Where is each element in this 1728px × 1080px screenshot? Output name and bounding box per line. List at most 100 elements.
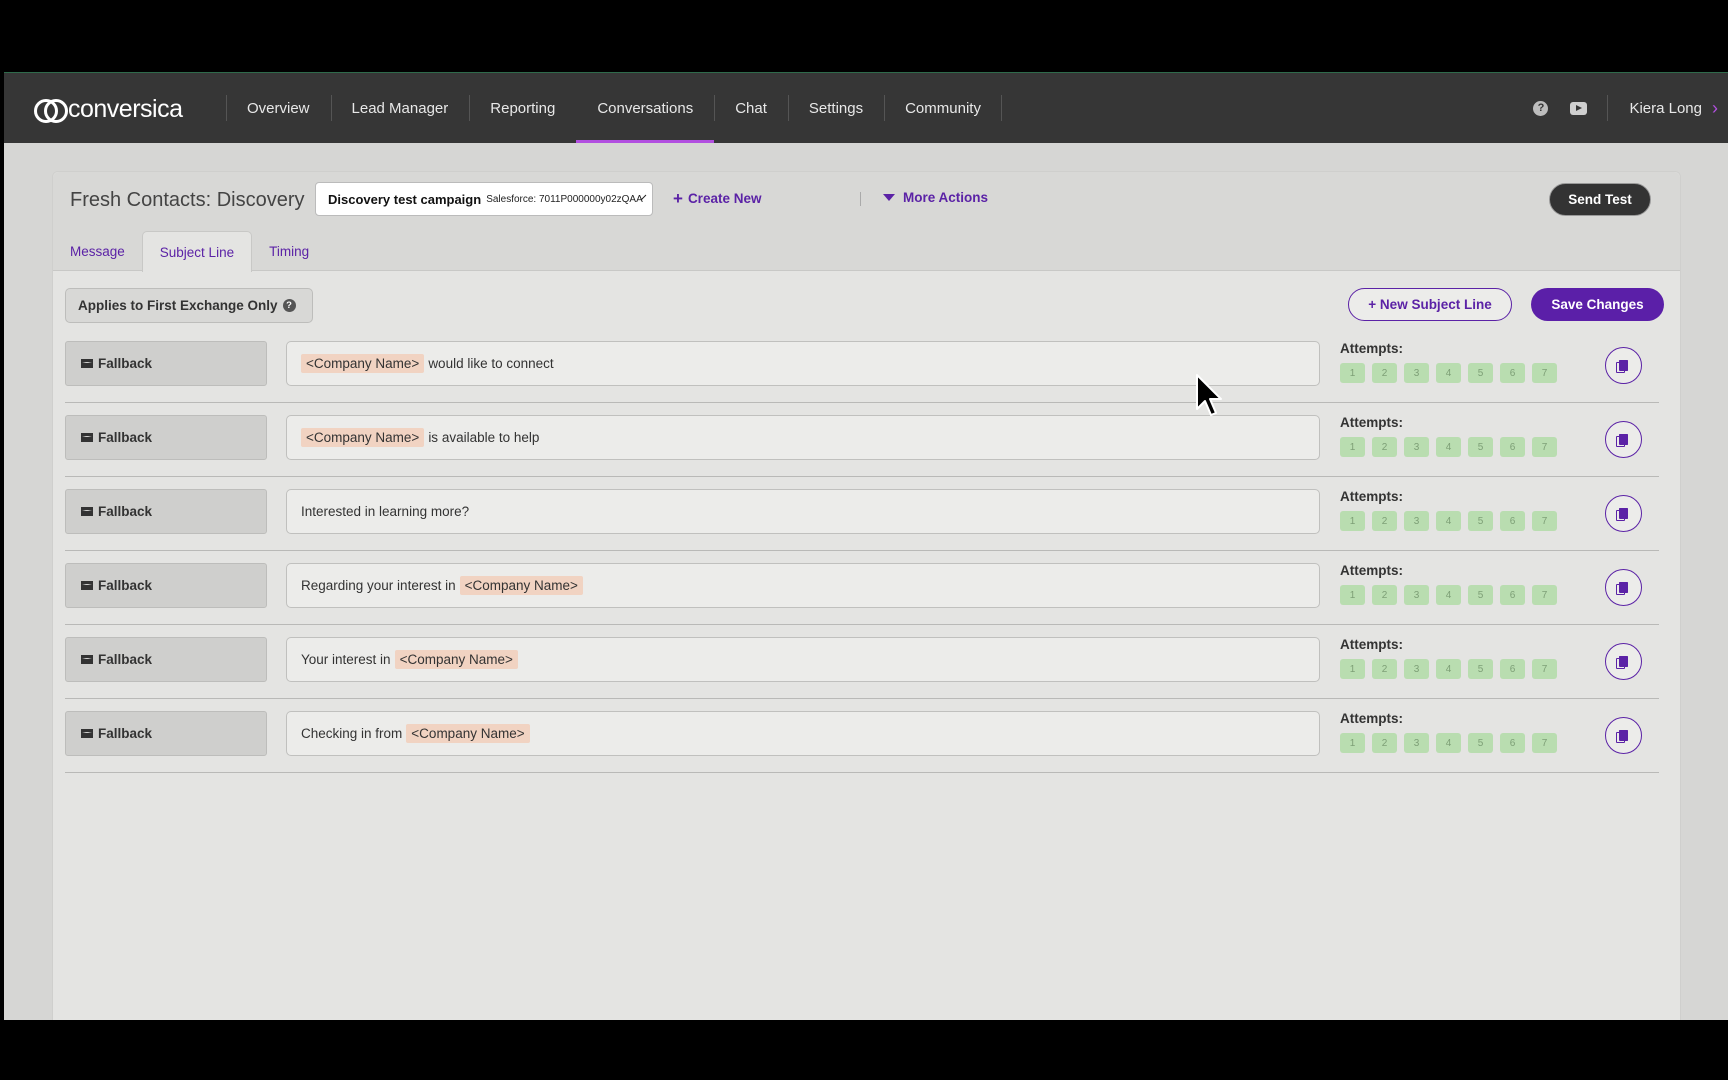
attempt-chip[interactable]: 1 — [1340, 659, 1365, 679]
attempt-chip[interactable]: 7 — [1532, 511, 1557, 531]
user-menu[interactable]: Kiera Long — [1629, 100, 1702, 117]
attempt-chip[interactable]: 5 — [1468, 733, 1493, 753]
help-icon[interactable]: ? — [1533, 100, 1549, 116]
attempt-chip[interactable]: 6 — [1500, 659, 1525, 679]
attempt-chip[interactable]: 7 — [1532, 733, 1557, 753]
attempt-chip[interactable]: 6 — [1500, 511, 1525, 531]
copy-button[interactable] — [1605, 717, 1642, 754]
attempts-group: Attempts: 1 2 3 4 5 6 7 — [1340, 711, 1564, 753]
attempt-chip[interactable]: 2 — [1372, 511, 1397, 531]
attempt-chips: 1234567 — [1340, 511, 1564, 531]
applies-first-exchange-button[interactable]: Applies to First Exchange Only ? — [65, 288, 313, 323]
new-subject-line-button[interactable]: + New Subject Line — [1348, 288, 1512, 321]
attempt-chip[interactable]: 4 — [1436, 733, 1461, 753]
attempts-group: Attempts: 1 2 3 4 5 6 7 — [1340, 563, 1564, 605]
nav-item-conversations[interactable]: Conversations — [576, 73, 715, 143]
copy-button[interactable] — [1605, 569, 1642, 606]
attempt-chip[interactable]: 5 — [1468, 363, 1493, 383]
save-changes-button[interactable]: Save Changes — [1531, 288, 1664, 321]
create-new-button[interactable]: + Create New — [673, 190, 761, 207]
mouse-cursor-icon — [1196, 374, 1222, 416]
attempt-chip[interactable]: 6 — [1500, 585, 1525, 605]
copy-button[interactable] — [1605, 643, 1642, 680]
attempt-chip[interactable]: 1 — [1340, 437, 1365, 457]
attempt-chip[interactable]: 3 — [1404, 659, 1429, 679]
subject-line-list: Fallback <Company Name> would like to conn… — [65, 329, 1659, 773]
attempt-chip[interactable]: 2 — [1372, 585, 1397, 605]
nav-item-settings[interactable]: Settings — [787, 73, 884, 143]
attempt-chip[interactable]: 4 — [1436, 585, 1461, 605]
attempt-chip[interactable]: 5 — [1468, 585, 1493, 605]
attempt-chip[interactable]: 7 — [1532, 585, 1557, 605]
nav-item-lead-manager[interactable]: Lead Manager — [330, 73, 470, 143]
attempt-chip[interactable]: 5 — [1468, 437, 1493, 457]
attempt-chip[interactable]: 3 — [1404, 585, 1429, 605]
tab-subject-line[interactable]: Subject Line — [141, 231, 253, 272]
subject-line-input[interactable]: <Company Name> would like to connect — [286, 341, 1320, 386]
attempt-chip[interactable]: 6 — [1500, 733, 1525, 753]
attempt-chips: 1234567 — [1340, 363, 1564, 383]
subject-line-input[interactable]: Your interest in <Company Name> — [286, 637, 1320, 682]
attempts-label: Attempts: — [1340, 711, 1403, 726]
fallback-button[interactable]: Fallback — [65, 341, 267, 386]
nav-item-community[interactable]: Community — [884, 73, 1002, 143]
copy-button[interactable] — [1605, 347, 1642, 384]
fallback-button[interactable]: Fallback — [65, 563, 267, 608]
youtube-icon[interactable] — [1570, 101, 1588, 115]
attempt-chip[interactable]: 1 — [1340, 733, 1365, 753]
subject-line-row: Fallback Checking in from <Company Name> At… — [65, 699, 1659, 773]
attempt-chip[interactable]: 2 — [1372, 659, 1397, 679]
fallback-button[interactable]: Fallback — [65, 711, 267, 756]
attempt-chip[interactable]: 1 — [1340, 585, 1365, 605]
subject-text: is available to help — [428, 430, 540, 445]
attempt-chip[interactable]: 6 — [1500, 363, 1525, 383]
tab-timing[interactable]: Timing — [252, 231, 326, 271]
nav-item-overview[interactable]: Overview — [226, 73, 331, 143]
subject-line-input[interactable]: Regarding your interest in <Company Name> — [286, 563, 1320, 608]
attempt-chip[interactable]: 5 — [1468, 659, 1493, 679]
subject-line-input[interactable]: <Company Name> is available to help — [286, 415, 1320, 460]
subject-line-input[interactable]: Interested in learning more? — [286, 489, 1320, 534]
tab-message[interactable]: Message — [53, 231, 142, 271]
nav-item-chat[interactable]: Chat — [714, 73, 788, 143]
attempt-chip[interactable]: 2 — [1372, 733, 1397, 753]
attempt-chip[interactable]: 5 — [1468, 511, 1493, 531]
attempt-chip[interactable]: 4 — [1436, 659, 1461, 679]
attempt-chip[interactable]: 4 — [1436, 511, 1461, 531]
attempt-chip[interactable]: 4 — [1436, 437, 1461, 457]
attempt-chip[interactable]: 3 — [1404, 363, 1429, 383]
attempt-chip[interactable]: 3 — [1404, 733, 1429, 753]
subject-line-row: Fallback Regarding your interest in <Compa… — [65, 551, 1659, 625]
attempt-chip[interactable]: 4 — [1436, 363, 1461, 383]
more-actions-button[interactable]: More Actions — [883, 190, 988, 205]
attempt-chip[interactable]: 7 — [1532, 437, 1557, 457]
attempt-chip[interactable]: 2 — [1372, 437, 1397, 457]
copy-button[interactable] — [1605, 495, 1642, 532]
attempts-label: Attempts: — [1340, 637, 1403, 652]
company-name-token: <Company Name> — [394, 650, 518, 669]
campaign-select[interactable]: Discovery test campaign Salesforce: 7011… — [315, 182, 653, 216]
nav-item-reporting[interactable]: Reporting — [469, 73, 576, 143]
attempt-chip[interactable]: 3 — [1404, 511, 1429, 531]
fallback-button[interactable]: Fallback — [65, 415, 267, 460]
copy-button[interactable] — [1605, 421, 1642, 458]
logo-icon — [34, 97, 68, 123]
attempt-chip[interactable]: 1 — [1340, 363, 1365, 383]
copy-icon — [1616, 434, 1628, 447]
question-icon[interactable]: ? — [282, 299, 296, 312]
attempt-chip[interactable]: 3 — [1404, 437, 1429, 457]
attempt-chip[interactable]: 2 — [1372, 363, 1397, 383]
subject-line-input[interactable]: Checking in from <Company Name> — [286, 711, 1320, 756]
copy-icon — [1616, 360, 1628, 373]
chevron-right-icon[interactable]: › — [1712, 98, 1718, 119]
attempt-chip[interactable]: 7 — [1532, 363, 1557, 383]
attempt-chip[interactable]: 7 — [1532, 659, 1557, 679]
fallback-button[interactable]: Fallback — [65, 489, 267, 534]
nav-item-label: Settings — [808, 99, 864, 117]
attempt-chip[interactable]: 1 — [1340, 511, 1365, 531]
logo-text: conversica — [68, 95, 183, 123]
attempt-chip[interactable]: 6 — [1500, 437, 1525, 457]
send-test-button[interactable]: Send Test — [1549, 183, 1651, 216]
fallback-button[interactable]: Fallback — [65, 637, 267, 682]
conversica-logo[interactable]: conversica — [34, 95, 183, 124]
